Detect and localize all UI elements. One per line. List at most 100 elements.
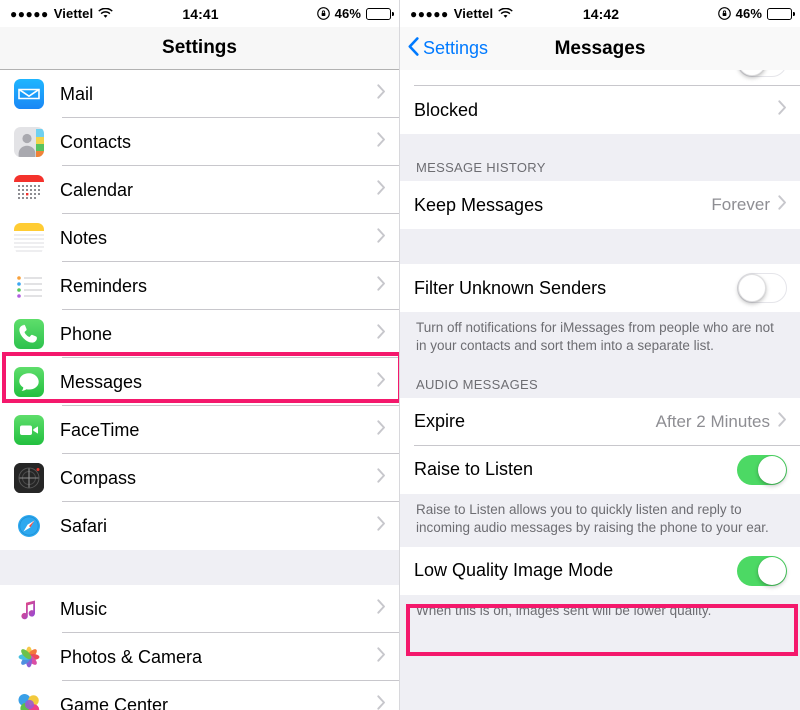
- settings-group-divider: [0, 550, 399, 585]
- section-message-history-header-container: MESSAGE HISTORY: [400, 134, 800, 181]
- reminders-icon: [14, 271, 44, 301]
- sidebar-item-compass[interactable]: Compass: [0, 454, 399, 502]
- sidebar-item-label: Compass: [60, 467, 137, 488]
- sidebar-item-label: Game Center: [60, 694, 169, 710]
- section-header-message-history: MESSAGE HISTORY: [416, 160, 546, 175]
- character-count-toggle[interactable]: [737, 70, 787, 77]
- chevron-right-icon: [778, 195, 787, 215]
- page-title: Settings: [162, 37, 237, 58]
- dual-screenshot-container: ●●●●● Viettel 14:41 46% Settings Mail Co…: [0, 0, 800, 710]
- list-item-filter-unknown-senders[interactable]: Filter Unknown Senders: [400, 264, 800, 312]
- group-blocked: Blocked: [400, 86, 800, 134]
- footnote-low-quality-container: When this is on, images sent will be low…: [400, 594, 800, 630]
- settings-group-media: Music Photos & Camera Game Center: [0, 585, 399, 710]
- list-item-label: Keep Messages: [414, 194, 544, 215]
- sidebar-item-notes[interactable]: Notes: [0, 214, 399, 262]
- chevron-right-icon: [377, 695, 386, 710]
- list-item-label: Character Count: [414, 70, 737, 73]
- chevron-right-icon: [377, 372, 386, 392]
- mail-icon: [14, 79, 44, 109]
- raise-to-listen-toggle[interactable]: [737, 454, 787, 485]
- sidebar-item-label: Phone: [60, 323, 113, 344]
- settings-list-scroll[interactable]: Mail Contacts Calendar Notes Reminders P…: [0, 70, 399, 710]
- sidebar-item-label: Photos & Camera: [60, 646, 203, 667]
- compass-icon: [14, 463, 44, 493]
- list-item-label: Low Quality Image Mode: [414, 560, 614, 581]
- sidebar-item-calendar[interactable]: Calendar: [0, 166, 399, 214]
- list-item-raise-to-listen[interactable]: Raise to Listen: [400, 445, 800, 494]
- chevron-right-icon: [778, 412, 787, 432]
- sidebar-item-label: Notes: [60, 227, 108, 248]
- sidebar-item-music[interactable]: Music: [0, 585, 399, 633]
- section-divider: [400, 229, 800, 264]
- battery-percent: 46%: [334, 6, 361, 21]
- battery-icon: [366, 7, 394, 20]
- status-bar-right: 46%: [619, 6, 795, 21]
- navigation-bar: Settings Messages: [400, 27, 800, 70]
- facetime-icon: [14, 415, 44, 445]
- messages-settings-screen: ●●●●● Viettel 14:42 46% Settings Message…: [400, 0, 800, 710]
- calendar-icon: [14, 175, 44, 205]
- footnote-filter-unknown-senders: Turn off notifications for iMessages fro…: [416, 320, 774, 353]
- sidebar-item-label: Messages: [60, 371, 143, 392]
- list-item-value: After 2 Minutes: [655, 411, 770, 431]
- chevron-right-icon: [377, 84, 386, 104]
- sidebar-item-game-center[interactable]: Game Center: [0, 681, 399, 710]
- sidebar-item-label: Calendar: [60, 179, 134, 200]
- sidebar-item-phone[interactable]: Phone: [0, 310, 399, 358]
- messages-icon: [14, 367, 44, 397]
- sidebar-item-reminders[interactable]: Reminders: [0, 262, 399, 310]
- list-item-character-count[interactable]: Character Count: [400, 70, 800, 86]
- chevron-right-icon: [377, 180, 386, 200]
- chevron-right-icon: [377, 599, 386, 619]
- sidebar-item-mail[interactable]: Mail: [0, 70, 399, 118]
- list-item-label: Blocked: [414, 99, 479, 120]
- settings-screen: ●●●●● Viettel 14:41 46% Settings Mail Co…: [0, 0, 400, 710]
- footnote-filter-unknown-container: Turn off notifications for iMessages fro…: [400, 312, 800, 365]
- sidebar-item-label: Contacts: [60, 131, 132, 152]
- chevron-right-icon: [377, 468, 386, 488]
- list-item-low-quality-image-mode[interactable]: Low Quality Image Mode: [400, 546, 800, 595]
- group-low-quality: Low Quality Image Mode: [400, 546, 800, 595]
- group-audio-messages: Expire After 2 Minutes Raise to Listen: [400, 397, 800, 494]
- chevron-right-icon: [778, 100, 787, 120]
- status-bar: ●●●●● Viettel 14:42 46%: [400, 0, 800, 27]
- low-quality-image-mode-toggle[interactable]: [737, 555, 787, 586]
- list-item-blocked[interactable]: Blocked: [400, 86, 800, 134]
- sidebar-item-messages[interactable]: Messages: [0, 358, 399, 406]
- status-bar-right: 46%: [219, 6, 394, 21]
- sidebar-item-contacts[interactable]: Contacts: [0, 118, 399, 166]
- chevron-left-icon: [408, 36, 419, 61]
- chevron-right-icon: [377, 647, 386, 667]
- section-header-audio-messages: AUDIO MESSAGES: [416, 376, 538, 392]
- back-button[interactable]: Settings: [400, 36, 489, 61]
- chevron-right-icon: [377, 276, 386, 296]
- sidebar-item-label: Reminders: [60, 275, 148, 296]
- sidebar-item-safari[interactable]: Safari: [0, 502, 399, 550]
- filter-unknown-senders-toggle[interactable]: [737, 273, 787, 303]
- list-item-label: Filter Unknown Senders: [414, 277, 607, 298]
- list-item-keep-messages[interactable]: Keep Messages Forever: [400, 181, 800, 229]
- list-item-expire[interactable]: Expire After 2 Minutes: [400, 397, 800, 446]
- sidebar-item-label: FaceTime: [60, 419, 140, 440]
- sidebar-item-facetime[interactable]: FaceTime: [0, 406, 399, 454]
- list-item-value: Forever: [711, 195, 770, 214]
- rotation-lock-icon: [717, 7, 731, 20]
- phone-icon: [14, 319, 44, 349]
- status-bar-left: ●●●●● Viettel: [10, 6, 182, 21]
- battery-icon: [767, 7, 795, 20]
- music-icon: [14, 594, 44, 624]
- sidebar-item-label: Safari: [60, 515, 108, 536]
- sidebar-item-photos-camera[interactable]: Photos & Camera: [0, 633, 399, 681]
- contacts-icon: [14, 127, 44, 157]
- safari-icon: [14, 511, 44, 541]
- navigation-bar: Settings: [0, 27, 399, 70]
- settings-group-apps: Mail Contacts Calendar Notes Reminders P…: [0, 70, 399, 550]
- sidebar-item-label: Music: [60, 598, 108, 619]
- carrier-name: Viettel: [53, 6, 94, 21]
- messages-settings-scroll[interactable]: Character Count Blocked MESSAGE HISTORY …: [400, 70, 800, 710]
- photos-icon: [14, 642, 44, 672]
- list-item-label: Expire: [414, 411, 466, 432]
- back-button-label: Settings: [423, 38, 489, 58]
- battery-percent: 46%: [735, 6, 762, 21]
